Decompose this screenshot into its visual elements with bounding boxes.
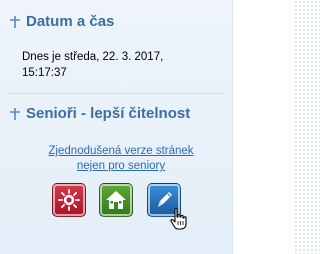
- cross-icon: [10, 107, 20, 120]
- contrast-button[interactable]: [52, 183, 86, 217]
- hand-pointer-icon: [170, 207, 187, 230]
- datetime-line2: 15:17:37: [22, 67, 67, 79]
- datetime-title: Datum a čas: [26, 13, 115, 30]
- home-button[interactable]: [99, 183, 133, 217]
- cross-icon: [10, 15, 20, 28]
- section-divider: [8, 93, 224, 94]
- seniors-title: Senioři - lepší čitelnost: [26, 105, 191, 122]
- dotted-background: [294, 0, 320, 254]
- seniors-section-heading: Senioři - lepší čitelnost: [8, 105, 190, 122]
- datetime-section-heading: Datum a čas: [8, 13, 114, 30]
- sun-icon: [58, 189, 80, 211]
- home-icon: [106, 191, 126, 209]
- link-line2[interactable]: nejen pro seniory: [26, 159, 216, 174]
- current-datetime: Dnes je středa, 22. 3. 2017, 15:17:37: [22, 49, 222, 81]
- link-line1[interactable]: Zjednodušená verze stránek: [26, 144, 216, 159]
- datetime-line1: Dnes je středa, 22. 3. 2017,: [22, 51, 164, 63]
- simplified-version-link[interactable]: Zjednodušená verze stránek nejen pro sen…: [26, 144, 216, 174]
